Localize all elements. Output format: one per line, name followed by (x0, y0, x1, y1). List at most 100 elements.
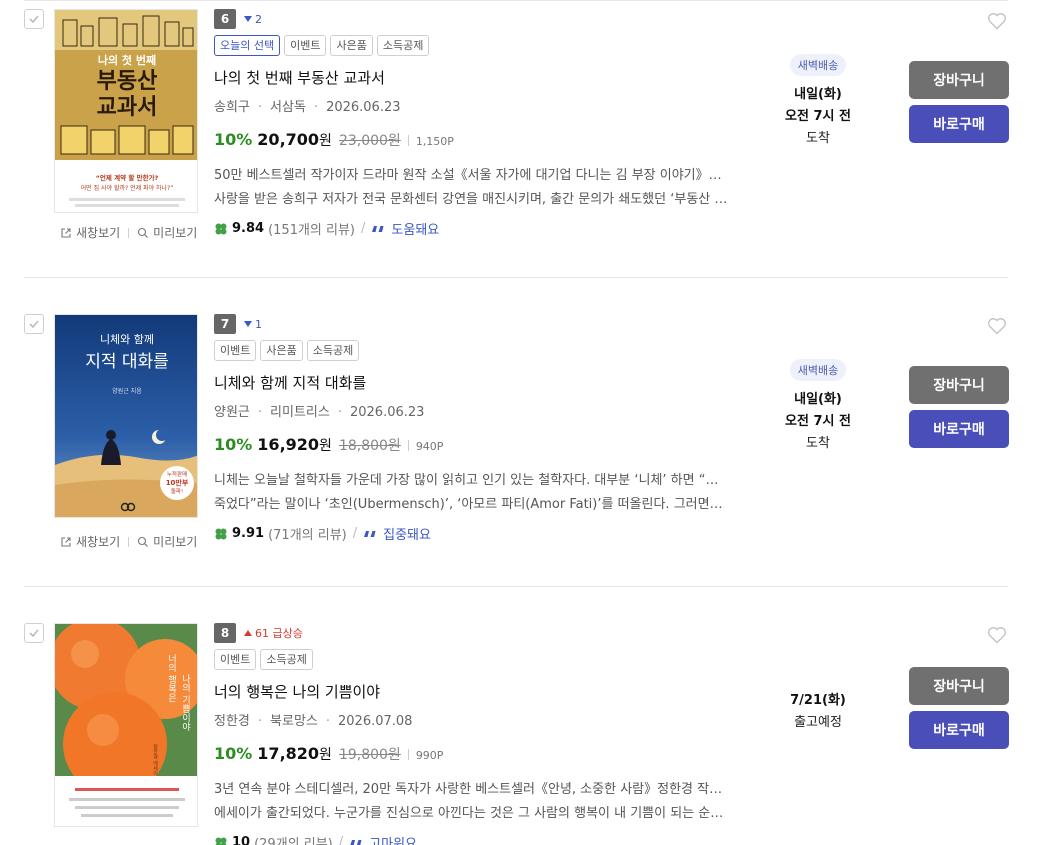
cover-actions: 새창보기 미리보기 (60, 224, 197, 241)
delivery-info: 새벽배송 내일(화) 오전 7시 전 도착 (770, 54, 866, 150)
select-checkbox[interactable] (24, 9, 44, 29)
release-status: 출고예정 (794, 715, 842, 730)
book-description: 50만 베스트셀러 작가이자 드라마 원작 소설《서울 자가에 대기업 다니는 … (214, 164, 729, 212)
magnifier-icon (138, 536, 149, 547)
discount-rate: 10% (214, 130, 253, 149)
book-cover[interactable]: 니체와 함께 지적 대화를 양원근 지음 누적판매 10만부 돌파! (54, 314, 198, 518)
publisher-link[interactable]: 북로망스 (270, 714, 318, 729)
delivery-info: 새벽배송 내일(화) 오전 7시 전 도착 (770, 359, 866, 455)
publisher-link[interactable]: 서삼독 (270, 100, 306, 115)
review-keyword: 도움돼요 (391, 223, 440, 238)
review-keyword: 집중돼요 (383, 528, 431, 543)
description-line: 50만 베스트셀러 작가이자 드라마 원작 소설《서울 자가에 대기업 다니는 … (214, 168, 729, 183)
original-price: 18,800원 (338, 438, 401, 454)
book-title-link[interactable]: 니체와 함께 지적 대화를 (214, 372, 366, 393)
description-line: 죽었다”라는 말이나 ‘초인(Ubermensch)’, ‘아모르 파티(Amo… (214, 497, 729, 512)
rating-row: 9.84 (151개의 리뷰) / 도움돼요 (214, 219, 439, 238)
original-price: 19,800원 (338, 747, 401, 763)
new-window-label: 새창보기 (76, 226, 121, 240)
delivery-time: 오전 7시 전 (785, 109, 851, 124)
triangle-up-icon (244, 630, 252, 636)
svg-text:양원근 지음: 양원근 지음 (112, 387, 142, 395)
book-description: 3년 연속 분야 스테디셀러, 20만 독자가 사랑한 베스트셀러《안녕, 소중… (214, 778, 729, 826)
heart-icon[interactable] (987, 12, 1007, 30)
svg-text:어떤 집 사야 할까? 언제 파야 하나?”: 어떤 집 사야 할까? 언제 파야 하나?” (81, 184, 174, 192)
author-link[interactable]: 정한경 (214, 714, 250, 729)
quote-icon (350, 839, 362, 845)
quote-icon (372, 225, 384, 232)
add-to-cart-button[interactable]: 장바구니 (909, 61, 1009, 99)
tag-tax-deduction: 소득공제 (306, 340, 360, 361)
delivery-day: 내일(화) (794, 392, 842, 407)
buy-now-button[interactable]: 바로구매 (909, 711, 1009, 749)
book-cover[interactable]: 너의 행복은 나의 기쁨이야 정한경 에세이 (54, 623, 198, 827)
divider (407, 748, 409, 760)
preview-link[interactable]: 미리보기 (137, 224, 197, 241)
author-link[interactable]: 양원근 (214, 405, 250, 420)
rank-row: 7 1 (214, 314, 262, 334)
new-window-link[interactable]: 새창보기 (60, 533, 120, 550)
review-count-link[interactable]: (151개의 리뷰) (268, 219, 355, 238)
release-date: 7/21(화) (790, 693, 846, 708)
magnifier-icon (138, 227, 149, 238)
svg-text:부동산: 부동산 (97, 69, 158, 94)
rating-score: 9.91 (232, 526, 265, 541)
add-to-cart-button[interactable]: 장바구니 (909, 366, 1009, 404)
review-keyword: 고마워요 (369, 837, 417, 845)
svg-text:니체와 함께: 니체와 함께 (100, 333, 154, 346)
tag-event: 이벤트 (214, 340, 257, 361)
publisher-link[interactable]: 리미트리스 (270, 405, 330, 420)
buy-now-button[interactable]: 바로구매 (909, 105, 1009, 143)
svg-text:교과서: 교과서 (97, 95, 158, 120)
book-cover[interactable]: 나의 첫 번째 부동산 교과서 “언제 계약 할 만한가? 어떤 집 사야 할까… (54, 9, 198, 213)
select-checkbox[interactable] (24, 314, 44, 334)
rating-score: 9.84 (232, 221, 265, 236)
svg-text:나의 첫 번째: 나의 첫 번째 (98, 53, 156, 67)
publish-date: 2026.07.08 (338, 714, 413, 729)
svg-text:정한경 에세이: 정한경 에세이 (152, 743, 158, 777)
review-count-link[interactable]: (29개의 리뷰) (254, 833, 333, 845)
book-title-link[interactable]: 너의 행복은 나의 기쁨이야 (214, 681, 380, 702)
svg-text:돌파!: 돌파! (171, 487, 183, 495)
svg-text:지적 대화를: 지적 대화를 (85, 352, 169, 372)
description-line: 사랑을 받은 송희구 저자가 전국 문화센터 강연을 매진시키며, 출간 문의가… (214, 192, 729, 207)
cover-art-image: 너의 행복은 나의 기쁨이야 정한경 에세이 (55, 624, 197, 826)
reward-points: 990P (415, 749, 444, 762)
tag-gift: 사은품 (330, 35, 373, 56)
check-icon (29, 15, 39, 24)
rank-row: 6 2 (214, 9, 262, 29)
book-title-link[interactable]: 나의 첫 번째 부동산 교과서 (214, 67, 385, 88)
heart-icon[interactable] (987, 626, 1007, 644)
external-link-icon (61, 227, 71, 238)
select-checkbox[interactable] (24, 623, 44, 643)
delivery-info: 7/21(화) 출고예정 (770, 690, 866, 734)
preview-link[interactable]: 미리보기 (137, 533, 197, 550)
tag-list: 이벤트 소득공제 (214, 649, 313, 670)
delivery-status: 도착 (806, 436, 830, 451)
dawn-delivery-badge: 새벽배송 (789, 54, 847, 76)
author-link[interactable]: 송희구 (214, 100, 250, 115)
description-line: 3년 연속 분야 스테디셀러, 20만 독자가 사랑한 베스트셀러《안녕, 소중… (214, 782, 729, 797)
check-icon (29, 629, 39, 638)
preview-label: 미리보기 (153, 535, 198, 549)
buy-now-button[interactable]: 바로구매 (909, 410, 1009, 448)
publish-date: 2026.06.23 (349, 405, 425, 420)
heart-icon[interactable] (987, 317, 1007, 335)
quote-icon (364, 530, 376, 537)
divider (407, 439, 409, 451)
rank-change-value: 1 (255, 317, 262, 331)
review-count-link[interactable]: (71개의 리뷰) (268, 524, 347, 543)
divider (128, 536, 130, 547)
price-row: 10% 20,700원 23,000원 1,150P (214, 130, 454, 150)
tag-tax-deduction: 소득공제 (260, 649, 313, 670)
tag-tax-deduction: 소득공제 (376, 35, 430, 56)
price-row: 10% 16,920원 18,800원 940P (214, 435, 443, 455)
add-to-cart-button[interactable]: 장바구니 (909, 667, 1009, 705)
sale-price: 17,820 (257, 744, 320, 763)
sale-price: 16,920 (257, 435, 320, 454)
currency-unit: 원 (319, 438, 332, 454)
rank-badge: 6 (214, 9, 236, 29)
new-window-link[interactable]: 새창보기 (60, 224, 120, 241)
triangle-down-icon (244, 16, 252, 22)
tag-event: 이벤트 (284, 35, 327, 56)
